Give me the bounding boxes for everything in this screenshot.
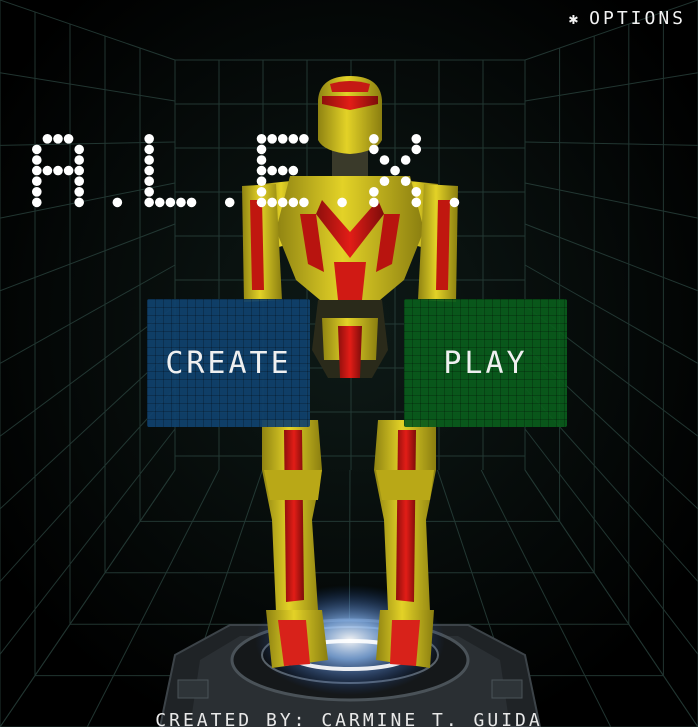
play-button-label: PLAY: [443, 345, 528, 381]
title-dot: [256, 134, 267, 144]
create-button-label: CREATE: [165, 345, 292, 381]
title-dot: [400, 155, 411, 165]
title-dot: [256, 176, 267, 186]
main-menu-screen: ✱ OPTIONS A.L.E.X. CREATE PLAY CREATED B…: [0, 0, 698, 727]
title-dot: [267, 165, 277, 176]
title-dot: [144, 176, 154, 186]
title-dot: [154, 197, 165, 208]
title-dot: [32, 176, 42, 186]
play-button[interactable]: PLAY: [404, 299, 567, 427]
title-dot: [32, 187, 42, 197]
title-dot: [256, 187, 267, 197]
title-dot: [53, 165, 63, 176]
title-dot: [299, 197, 309, 208]
title-dot: [74, 155, 84, 165]
title-dot: [74, 197, 84, 208]
title-dot: [42, 165, 53, 176]
title-dot: [277, 197, 288, 208]
title-dot: [369, 144, 379, 155]
title-dot: [74, 187, 84, 197]
title-dot: [144, 187, 154, 197]
title-dot: [32, 165, 42, 176]
title-dot: [63, 134, 74, 144]
title-dot: [277, 165, 288, 176]
title-dot: [186, 197, 197, 208]
title-dot: [411, 134, 422, 144]
title-dot: [449, 197, 460, 208]
title-dot: [369, 197, 379, 208]
title-dot: [411, 144, 422, 155]
title-dot: [379, 155, 390, 165]
title-dot: [256, 165, 267, 176]
title-dot: [369, 134, 379, 144]
title-dot: [165, 197, 176, 208]
title-dot: [299, 134, 309, 144]
title-dot: [379, 176, 390, 186]
title-dot: [63, 165, 74, 176]
title-dot: [176, 197, 186, 208]
title-dot: [256, 197, 267, 208]
game-title: A.L.E.X.: [26, 122, 666, 222]
create-button[interactable]: CREATE: [147, 299, 310, 427]
title-dot: [144, 144, 154, 155]
title-dot: [74, 165, 84, 176]
title-dot: [267, 197, 277, 208]
title-dot: [32, 144, 42, 155]
game-title-dot-lettering: [32, 134, 460, 208]
title-dot: [337, 197, 347, 208]
credits-text: CREATED BY: CARMINE T. GUIDA: [155, 710, 543, 727]
title-dot: [144, 197, 154, 208]
title-dot: [224, 197, 235, 208]
title-dot: [277, 134, 288, 144]
title-dot: [53, 134, 63, 144]
title-dot: [288, 197, 299, 208]
title-dot: [74, 144, 84, 155]
title-dot: [369, 187, 379, 197]
title-dot: [256, 144, 267, 155]
title-dot: [112, 197, 123, 208]
title-dot: [32, 197, 42, 208]
title-dot: [144, 134, 154, 144]
title-dot: [400, 176, 411, 186]
title-dot: [42, 134, 53, 144]
title-dot: [256, 155, 267, 165]
title-dot: [32, 155, 42, 165]
title-dot: [144, 165, 154, 176]
title-dot: [288, 165, 299, 176]
title-dot: [144, 155, 154, 165]
title-dot: [411, 187, 422, 197]
title-dot: [411, 197, 422, 208]
title-dot: [267, 134, 277, 144]
alex-robot-figure: [242, 76, 458, 668]
title-dot: [390, 165, 400, 176]
title-dot: [74, 176, 84, 186]
title-dot: [288, 134, 299, 144]
